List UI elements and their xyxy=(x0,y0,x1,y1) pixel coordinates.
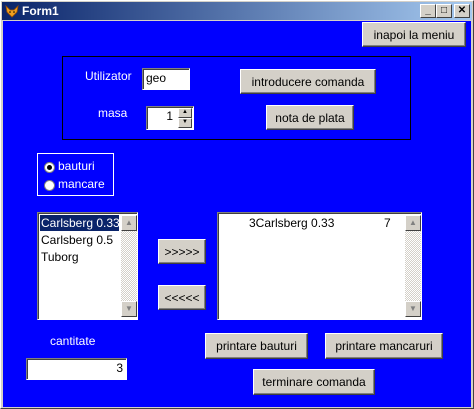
order-scrollbar[interactable]: ▲ ▼ xyxy=(405,215,421,317)
main-window: Form1 _ □ ✕ inapoi la meniu Utilizator g… xyxy=(0,0,474,409)
add-to-order-button[interactable]: >>>>> xyxy=(158,239,206,264)
radio-mancare-label[interactable]: mancare xyxy=(58,177,105,191)
order-row-price[interactable]: 7 xyxy=(383,215,391,231)
remove-from-order-button[interactable]: <<<<< xyxy=(158,285,206,310)
maximize-button[interactable]: □ xyxy=(436,4,452,18)
fox-icon xyxy=(5,4,19,18)
back-to-menu-button[interactable]: inapoi la meniu xyxy=(362,22,466,47)
list-item[interactable]: Carlsberg 0.33 xyxy=(40,215,120,231)
user-field[interactable]: geo xyxy=(142,68,190,90)
products-listbox[interactable]: Carlsberg 0.33 Carlsberg 0.5 Tuborg ▲ ▼ xyxy=(37,212,138,320)
scroll-down-icon[interactable]: ▼ xyxy=(121,301,137,317)
order-listbox[interactable]: 3Carlsberg 0.33 7 ▲ ▼ xyxy=(217,212,422,320)
scroll-up-icon[interactable]: ▲ xyxy=(121,215,137,231)
minimize-button[interactable]: _ xyxy=(420,4,436,18)
quantity-field[interactable]: 3 xyxy=(26,358,127,380)
radio-bauturi[interactable] xyxy=(44,162,55,173)
list-item[interactable]: Carlsberg 0.5 xyxy=(40,232,119,248)
form-client-area: inapoi la meniu Utilizator geo introduce… xyxy=(3,21,471,407)
user-label: Utilizator xyxy=(85,69,132,83)
scroll-up-icon[interactable]: ▲ xyxy=(405,215,421,231)
scroll-down-icon[interactable]: ▼ xyxy=(405,301,421,317)
print-drinks-button[interactable]: printare bauturi xyxy=(205,333,308,359)
products-scrollbar[interactable]: ▲ ▼ xyxy=(121,215,137,317)
title-bar[interactable]: Form1 _ □ ✕ xyxy=(2,2,472,20)
radio-mancare[interactable] xyxy=(44,180,55,191)
list-item[interactable]: Tuborg xyxy=(40,249,119,265)
table-spin-up[interactable]: ▲ xyxy=(178,108,192,118)
table-spin-down[interactable]: ▼ xyxy=(178,118,192,128)
enter-order-button[interactable]: introducere comanda xyxy=(240,69,376,94)
close-button[interactable]: ✕ xyxy=(454,4,470,18)
radio-bauturi-label[interactable]: bauturi xyxy=(58,159,95,173)
table-label: masa xyxy=(98,106,128,120)
order-row-item[interactable]: 3Carlsberg 0.33 xyxy=(248,215,334,231)
finish-order-button[interactable]: terminare comanda xyxy=(253,369,375,395)
quantity-label: cantitate xyxy=(50,334,96,348)
close-icon: ✕ xyxy=(457,5,467,16)
bill-button[interactable]: nota de plata xyxy=(266,105,354,130)
print-food-button[interactable]: printare mancaruri xyxy=(325,333,443,359)
category-radio-group: bauturi mancare xyxy=(37,153,114,196)
window-title: Form1 xyxy=(22,4,59,18)
minimize-icon: _ xyxy=(425,5,431,16)
maximize-icon: □ xyxy=(440,5,448,16)
